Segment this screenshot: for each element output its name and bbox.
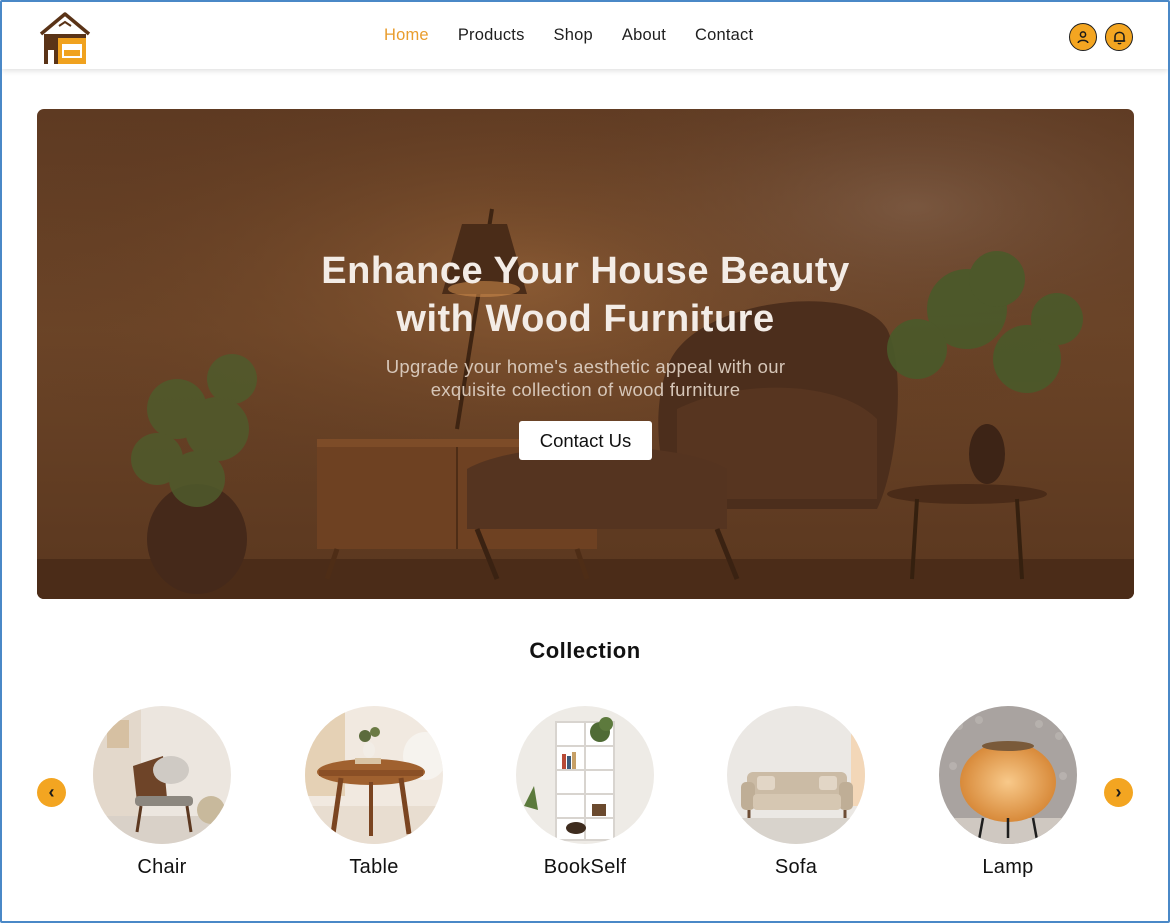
lamp-image bbox=[939, 706, 1077, 844]
chair-image bbox=[93, 706, 231, 844]
main-nav: Home Products Shop About Contact bbox=[384, 26, 782, 45]
sofa-image bbox=[727, 706, 865, 844]
collection-title: Collection bbox=[529, 638, 641, 663]
hero-subtitle: Upgrade your home's aesthetic appeal wit… bbox=[37, 355, 1134, 401]
collection-item-bookshelf[interactable]: BookSelf bbox=[516, 706, 654, 878]
site-header: Home Products Shop About Contact bbox=[2, 2, 1168, 69]
collection-item-label: BookSelf bbox=[543, 856, 627, 878]
chevron-right-icon[interactable]: › bbox=[1104, 778, 1133, 807]
nav-products[interactable]: Products bbox=[458, 26, 525, 45]
collection-item-label: Table bbox=[349, 856, 399, 878]
nav-contact[interactable]: Contact bbox=[695, 26, 753, 45]
bell-icon[interactable] bbox=[1105, 23, 1133, 51]
user-icon[interactable] bbox=[1069, 23, 1097, 51]
table-image bbox=[305, 706, 443, 844]
nav-about[interactable]: About bbox=[622, 26, 666, 45]
collection-item-sofa[interactable]: Sofa bbox=[727, 706, 865, 878]
contact-us-button[interactable]: Contact Us bbox=[519, 421, 652, 460]
hero-title-line1: Enhance Your House Beauty bbox=[321, 250, 850, 292]
hero-title: Enhance Your House Beauty with Wood Furn… bbox=[37, 247, 1134, 343]
chevron-left-icon[interactable]: ‹ bbox=[37, 778, 66, 807]
collection-item-label: Sofa bbox=[774, 856, 818, 878]
hero-subtitle-line2: exquisite collection of wood furniture bbox=[430, 379, 741, 400]
bookshelf-image bbox=[516, 706, 654, 844]
collection-item-label: Chair bbox=[137, 856, 187, 878]
hero-title-line2: with Wood Furniture bbox=[396, 298, 775, 340]
hero-subtitle-line1: Upgrade your home's aesthetic appeal wit… bbox=[385, 356, 786, 377]
hero-banner: Enhance Your House Beauty with Wood Furn… bbox=[37, 109, 1134, 599]
collection-item-label: Lamp bbox=[982, 856, 1034, 878]
nav-home[interactable]: Home bbox=[384, 26, 429, 45]
nav-shop[interactable]: Shop bbox=[554, 26, 593, 45]
collection-item-table[interactable]: Table bbox=[305, 706, 443, 878]
collection-item-lamp[interactable]: Lamp bbox=[939, 706, 1077, 878]
house-logo-icon[interactable] bbox=[38, 8, 92, 66]
collection-item-chair[interactable]: Chair bbox=[93, 706, 231, 878]
hero-background-image bbox=[37, 109, 1134, 599]
